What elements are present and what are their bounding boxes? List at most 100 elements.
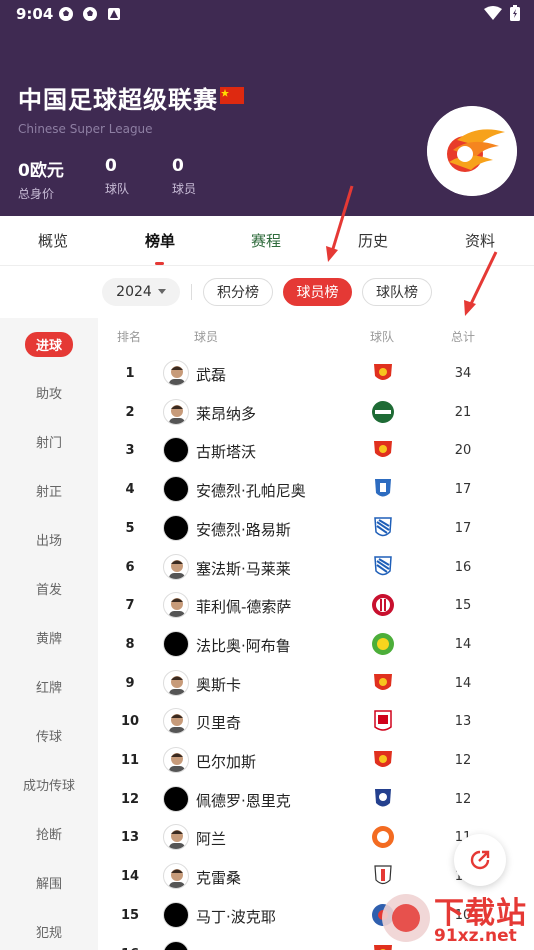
rank-cell: 5 (125, 520, 135, 536)
table-row[interactable]: 1 武磊 34 (98, 355, 534, 394)
rank-cell: 12 (120, 791, 140, 807)
table-row[interactable]: 12 佩德罗·恩里克 12 (98, 781, 534, 820)
chip-standings[interactable]: 积分榜 (203, 278, 273, 306)
header-total: 总计 (451, 330, 476, 344)
player-name[interactable]: 菲利佩-德索萨 (196, 596, 291, 617)
year-value: 2024 (116, 284, 152, 300)
team-logo-icon (371, 555, 395, 579)
player-name[interactable]: 佩德罗·恩里克 (196, 790, 291, 811)
chip-team-rankings[interactable]: 球队榜 (362, 278, 432, 306)
sidebar-item-fouls[interactable]: 犯规 (0, 922, 98, 941)
team-logo-icon (371, 787, 395, 811)
table-row[interactable]: 3 古斯塔沃 20 (98, 432, 534, 471)
sidebar-item-assists[interactable]: 助攻 (0, 383, 98, 402)
player-name[interactable]: 武磊 (196, 364, 226, 385)
player-avatar (163, 514, 189, 541)
rank-cell: 6 (125, 559, 135, 575)
sidebar-item-passes[interactable]: 传球 (0, 726, 98, 745)
table-row[interactable]: 5 安德烈·路易斯 17 (98, 510, 534, 549)
total-cell: 34 (454, 366, 472, 381)
header-team: 球队 (370, 330, 395, 344)
year-selector[interactable]: 2024 (102, 278, 180, 306)
table-row[interactable]: 6 塞法斯·马莱莱 16 (98, 549, 534, 588)
rank-cell: 8 (125, 636, 135, 652)
team-logo-icon (371, 709, 395, 733)
sidebar-item-starts[interactable]: 首发 (0, 579, 98, 598)
player-name[interactable]: 贝里奇 (196, 712, 241, 733)
rank-cell: 7 (125, 598, 135, 614)
watermark-url: 91xz.net (434, 926, 517, 946)
player-avatar (163, 669, 189, 696)
total-cell: 21 (454, 404, 472, 420)
team-logo-icon (371, 477, 395, 501)
player-avatar (163, 824, 189, 851)
total-cell: 12 (454, 753, 472, 768)
sidebar-item-tackles[interactable]: 抢断 (0, 824, 98, 843)
rank-cell: 1 (125, 366, 135, 381)
player-avatar (163, 940, 189, 950)
player-avatar (163, 553, 189, 580)
sidebar-item-successful-passes[interactable]: 成功传球 (0, 775, 98, 794)
rank-cell: 4 (125, 482, 135, 498)
player-name[interactable]: 安德烈·孔帕尼奥 (196, 480, 306, 501)
player-name[interactable]: 莱昂纳多 (196, 403, 256, 424)
sidebar-item-yellow-cards[interactable]: 黄牌 (0, 628, 98, 647)
player-name[interactable]: 马丁·波克耶 (196, 906, 276, 927)
player-avatar (163, 708, 189, 735)
player-avatar (163, 398, 189, 425)
filter-divider (191, 284, 192, 300)
player-avatar (163, 592, 189, 619)
table-row[interactable]: 11 巴尔加斯 12 (98, 742, 534, 781)
player-avatar (163, 476, 189, 503)
sidebar-item-goals[interactable]: 进球 (0, 332, 98, 357)
table-row[interactable]: 7 菲利佩-德索萨 15 (98, 587, 534, 626)
rank-cell: 14 (120, 869, 140, 885)
table-row[interactable]: 8 法比奥·阿布鲁 14 (98, 626, 534, 665)
player-avatar (163, 437, 189, 464)
team-logo-icon (371, 400, 395, 424)
player-name[interactable]: 巴尔加斯 (196, 751, 256, 772)
rank-cell: 2 (125, 404, 135, 420)
player-avatar (163, 630, 189, 657)
total-cell: 14 (454, 675, 472, 691)
sidebar-item-shots-on-target[interactable]: 射正 (0, 481, 98, 500)
sidebar-item-red-cards[interactable]: 红牌 (0, 677, 98, 696)
share-button[interactable] (454, 834, 506, 886)
table-row[interactable]: 10 贝里奇 13 (98, 703, 534, 742)
player-avatar (163, 747, 189, 773)
player-name[interactable]: 古斯塔沃 (196, 441, 256, 462)
player-name[interactable]: 克雷桑 (196, 867, 241, 888)
total-cell: 16 (454, 559, 472, 575)
total-cell: 14 (454, 636, 472, 652)
stat-category-sidebar: 进球 助攻 射门 射正 出场 首发 黄牌 红牌 传球 成功传球 抢断 解围 犯规 (0, 318, 98, 950)
header-rank: 排名 (117, 330, 142, 344)
table-row[interactable]: 2 莱昂纳多 21 (98, 394, 534, 433)
sidebar-item-shots[interactable]: 射门 (0, 432, 98, 451)
filter-row: 2024 积分榜 球员榜 球队榜 (0, 266, 534, 318)
rank-cell: 15 (120, 907, 140, 923)
player-name[interactable]: 塞法斯·马莱莱 (196, 558, 291, 579)
site-watermark: 下载站 91xz.net (380, 882, 534, 950)
team-logo-icon (371, 825, 395, 849)
player-name[interactable]: 奥斯卡 (196, 674, 241, 695)
player-name[interactable]: 安德烈·路易斯 (196, 519, 291, 540)
player-name[interactable]: 阿兰 (196, 828, 226, 849)
sidebar-item-appearances[interactable]: 出场 (0, 530, 98, 549)
team-logo-icon (371, 748, 395, 772)
chip-player-rankings[interactable]: 球员榜 (283, 278, 352, 306)
rank-cell: 9 (125, 675, 135, 691)
total-cell: 15 (454, 598, 472, 614)
rank-cell: 16 (120, 947, 140, 950)
caret-down-icon (157, 289, 166, 294)
total-cell: 13 (454, 714, 472, 730)
player-name[interactable]: 法比奥·阿布鲁 (196, 635, 291, 656)
share-icon (470, 850, 490, 870)
table-row[interactable]: 9 奥斯卡 14 (98, 665, 534, 704)
player-avatar (163, 785, 189, 812)
rank-cell: 13 (120, 830, 140, 846)
team-logo-icon (371, 438, 395, 462)
header-player: 球员 (194, 330, 219, 344)
sidebar-item-clearances[interactable]: 解围 (0, 873, 98, 892)
table-row[interactable]: 4 安德烈·孔帕尼奥 17 (98, 471, 534, 510)
total-cell: 12 (454, 791, 472, 807)
